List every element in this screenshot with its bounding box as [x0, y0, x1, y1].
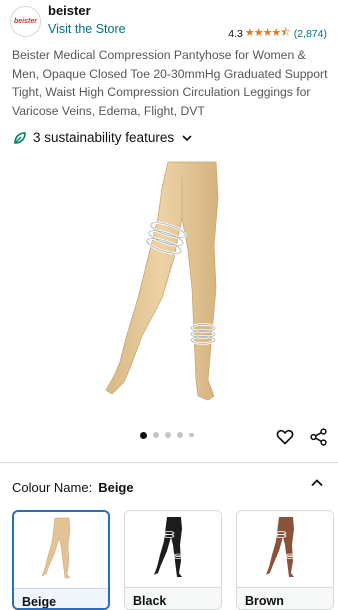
colour-swatch-brown[interactable]: Brown: [236, 510, 334, 610]
swatch-label-beige: Beige: [14, 588, 108, 608]
section-divider: [0, 462, 338, 463]
share-icon[interactable]: [310, 428, 327, 446]
brand-name: beister: [48, 3, 91, 18]
selected-colour-value: Beige: [98, 480, 134, 495]
product-title: Beister Medical Compression Pantyhose fo…: [12, 48, 328, 118]
carousel-dot-4[interactable]: [177, 432, 183, 438]
star-rating-icon: ★★★★⯪: [244, 27, 291, 39]
visit-store-link[interactable]: Visit the Store: [48, 22, 126, 36]
swatch-image-brown: [237, 511, 333, 583]
carousel-dot-3[interactable]: [165, 432, 171, 438]
rating-summary[interactable]: 4.3 ★★★★⯪ (2,874): [228, 24, 327, 43]
product-image[interactable]: [90, 158, 250, 420]
rating-value: 4.3: [228, 27, 243, 40]
swatch-label-brown: Brown: [237, 587, 333, 609]
colour-swatch-black[interactable]: Black: [124, 510, 222, 610]
swatch-image-black: [125, 511, 221, 583]
brand-logo[interactable]: beister: [10, 6, 41, 37]
swatch-label-black: Black: [125, 587, 221, 609]
store-header: beister beister Visit the Store 4.3 ★★★★…: [0, 0, 338, 40]
swatch-image-beige: [14, 512, 108, 584]
heart-icon[interactable]: [276, 428, 294, 446]
colour-swatch-beige[interactable]: Beige: [12, 510, 110, 610]
rating-count-link[interactable]: (2,874): [294, 28, 327, 40]
sustainability-features-toggle[interactable]: 3 sustainability features: [13, 130, 192, 145]
colour-name-heading: Colour Name: Beige: [12, 480, 134, 495]
carousel-dot-5[interactable]: [189, 432, 194, 438]
image-carousel-dots[interactable]: [140, 431, 194, 439]
chevron-up-icon[interactable]: [310, 476, 324, 490]
colour-name-label: Colour Name:: [12, 480, 93, 495]
carousel-dot-2[interactable]: [153, 432, 159, 438]
sustainability-label: 3 sustainability features: [33, 130, 175, 145]
chevron-down-icon: [182, 134, 192, 141]
carousel-dot-1[interactable]: [140, 431, 147, 439]
leaf-icon: [14, 131, 26, 144]
